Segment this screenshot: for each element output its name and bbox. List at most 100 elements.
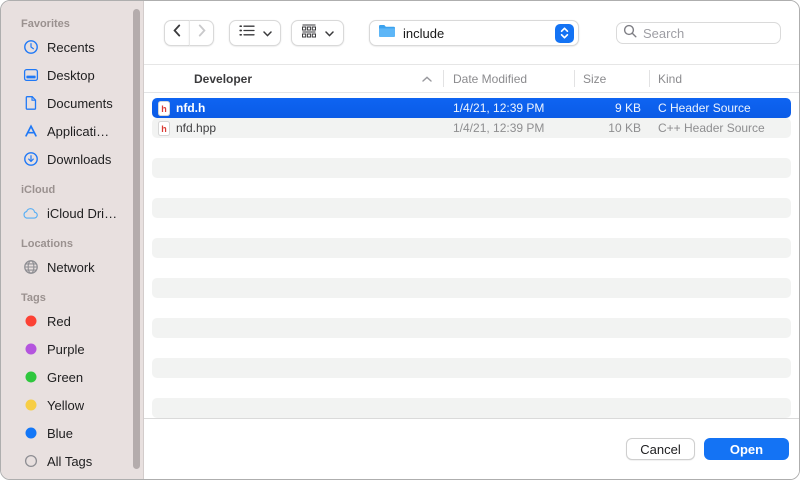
kind-cell: C++ Header Source bbox=[649, 121, 791, 135]
tag-dot-icon bbox=[22, 425, 39, 442]
sidebar-section-tags: Tags Red Purple Green Yellow Blue All Tags bbox=[1, 289, 143, 475]
download-circle-icon bbox=[22, 151, 39, 168]
search-input[interactable] bbox=[641, 25, 774, 42]
sidebar-item-green[interactable]: Green bbox=[1, 363, 143, 391]
chevron-down-icon bbox=[263, 24, 272, 42]
size-cell: 9 KB bbox=[574, 101, 649, 115]
file-row-nfd.h[interactable]: hnfd.h1/4/21, 12:39 PM9 KBC Header Sourc… bbox=[152, 98, 791, 118]
sidebar-item-label: All Tags bbox=[47, 454, 92, 469]
empty-row[interactable] bbox=[152, 398, 791, 418]
tag-dot-icon bbox=[22, 341, 39, 358]
file-row-nfd.hpp[interactable]: hnfd.hpp1/4/21, 12:39 PM10 KBC++ Header … bbox=[152, 118, 791, 138]
tag-dot-icon bbox=[22, 369, 39, 386]
empty-row[interactable] bbox=[152, 138, 791, 158]
tag-dot-icon bbox=[22, 313, 39, 330]
sidebar-scrollbar[interactable] bbox=[133, 9, 140, 469]
chevron-left-icon bbox=[172, 24, 182, 42]
svg-text:h: h bbox=[161, 103, 167, 113]
sidebar-item-desktop[interactable]: Desktop bbox=[1, 61, 143, 89]
column-header-developer[interactable]: Developer bbox=[144, 72, 443, 86]
column-headers: Developer Date Modified Size Kind bbox=[144, 65, 799, 93]
globe-icon bbox=[22, 259, 39, 276]
empty-row[interactable] bbox=[152, 238, 791, 258]
date-modified-cell: 1/4/21, 12:39 PM bbox=[443, 121, 574, 135]
sidebar-item-label: Red bbox=[47, 314, 71, 329]
sidebar-item-all-tags[interactable]: All Tags bbox=[1, 447, 143, 475]
sidebar-item-documents[interactable]: Documents bbox=[1, 89, 143, 117]
sidebar-item-label: Green bbox=[47, 370, 83, 385]
folder-icon bbox=[378, 24, 396, 43]
sidebar-item-icloud-dri[interactable]: iCloud Dri… bbox=[1, 199, 143, 227]
column-header-date-modified[interactable]: Date Modified bbox=[443, 72, 574, 86]
sidebar-item-downloads[interactable]: Downloads bbox=[1, 145, 143, 173]
column-header-kind[interactable]: Kind bbox=[649, 72, 799, 86]
forward-button[interactable] bbox=[189, 20, 214, 46]
empty-row[interactable] bbox=[152, 358, 791, 378]
document-icon bbox=[22, 95, 39, 112]
sidebar-item-purple[interactable]: Purple bbox=[1, 335, 143, 363]
clock-icon bbox=[22, 39, 39, 56]
group-view-icon bbox=[301, 24, 317, 43]
sidebar-section-label: iCloud bbox=[1, 181, 143, 199]
kind-cell: C Header Source bbox=[649, 101, 791, 115]
cancel-button[interactable]: Cancel bbox=[626, 438, 695, 460]
empty-row[interactable] bbox=[152, 338, 791, 358]
sidebar-item-label: iCloud Dri… bbox=[47, 206, 117, 221]
empty-row[interactable] bbox=[152, 298, 791, 318]
folder-dropdown-value: include bbox=[403, 26, 555, 41]
column-header-size[interactable]: Size bbox=[574, 72, 649, 86]
toolbar: include bbox=[144, 1, 799, 65]
appstore-icon bbox=[22, 123, 39, 140]
sort-ascending-icon bbox=[422, 76, 443, 82]
footer: Cancel Open bbox=[144, 418, 799, 479]
empty-row[interactable] bbox=[152, 278, 791, 298]
back-button[interactable] bbox=[164, 20, 189, 46]
sidebar-section-label: Tags bbox=[1, 289, 143, 307]
open-button[interactable]: Open bbox=[704, 438, 789, 460]
sidebar-item-label: Purple bbox=[47, 342, 85, 357]
sidebar-item-label: Downloads bbox=[47, 152, 111, 167]
sidebar-item-network[interactable]: Network bbox=[1, 253, 143, 281]
open-button-label: Open bbox=[730, 442, 763, 457]
column-divider[interactable] bbox=[649, 70, 650, 87]
circle-outline-icon bbox=[22, 453, 39, 470]
list-view-button[interactable] bbox=[229, 20, 281, 46]
sidebar-item-blue[interactable]: Blue bbox=[1, 419, 143, 447]
cancel-button-label: Cancel bbox=[640, 442, 680, 457]
file-name-cell: hnfd.hpp bbox=[152, 121, 443, 136]
sidebar-item-applicati[interactable]: Applicati… bbox=[1, 117, 143, 145]
empty-row[interactable] bbox=[152, 198, 791, 218]
empty-row[interactable] bbox=[152, 258, 791, 278]
search-icon bbox=[623, 24, 637, 43]
sidebar-section-favorites: Favorites Recents DesktopDocumentsApplicat… bbox=[1, 15, 143, 173]
column-divider[interactable] bbox=[443, 70, 444, 87]
group-view-button[interactable] bbox=[291, 20, 344, 46]
main-panel: include Developer Date Modified Size Kin… bbox=[144, 1, 799, 479]
sidebar-item-recents[interactable]: Recents bbox=[1, 33, 143, 61]
h-file-icon: h bbox=[158, 121, 170, 136]
desktop-icon bbox=[22, 67, 39, 84]
sidebar-item-label: Yellow bbox=[47, 398, 84, 413]
chevron-down-icon bbox=[325, 24, 334, 42]
column-divider[interactable] bbox=[574, 70, 575, 87]
sidebar-item-red[interactable]: Red bbox=[1, 307, 143, 335]
svg-text:h: h bbox=[161, 123, 167, 133]
tag-dot-icon bbox=[22, 397, 39, 414]
empty-row[interactable] bbox=[152, 158, 791, 178]
size-cell: 10 KB bbox=[574, 121, 649, 135]
file-open-dialog: Favorites Recents DesktopDocumentsApplicat… bbox=[0, 0, 800, 480]
sidebar-section-label: Favorites bbox=[1, 15, 143, 33]
sidebar-section-label: Locations bbox=[1, 235, 143, 253]
empty-row[interactable] bbox=[152, 318, 791, 338]
empty-row[interactable] bbox=[152, 178, 791, 198]
sidebar-item-label: Recents bbox=[47, 40, 95, 55]
folder-dropdown[interactable]: include bbox=[369, 20, 579, 46]
empty-row[interactable] bbox=[152, 378, 791, 398]
sidebar-item-yellow[interactable]: Yellow bbox=[1, 391, 143, 419]
stepper-icon bbox=[555, 24, 574, 43]
empty-row[interactable] bbox=[152, 218, 791, 238]
search-field[interactable] bbox=[616, 22, 781, 44]
sidebar: Favorites Recents DesktopDocumentsApplicat… bbox=[1, 1, 144, 479]
sidebar-item-label: Blue bbox=[47, 426, 73, 441]
list-view-icon bbox=[239, 24, 255, 42]
